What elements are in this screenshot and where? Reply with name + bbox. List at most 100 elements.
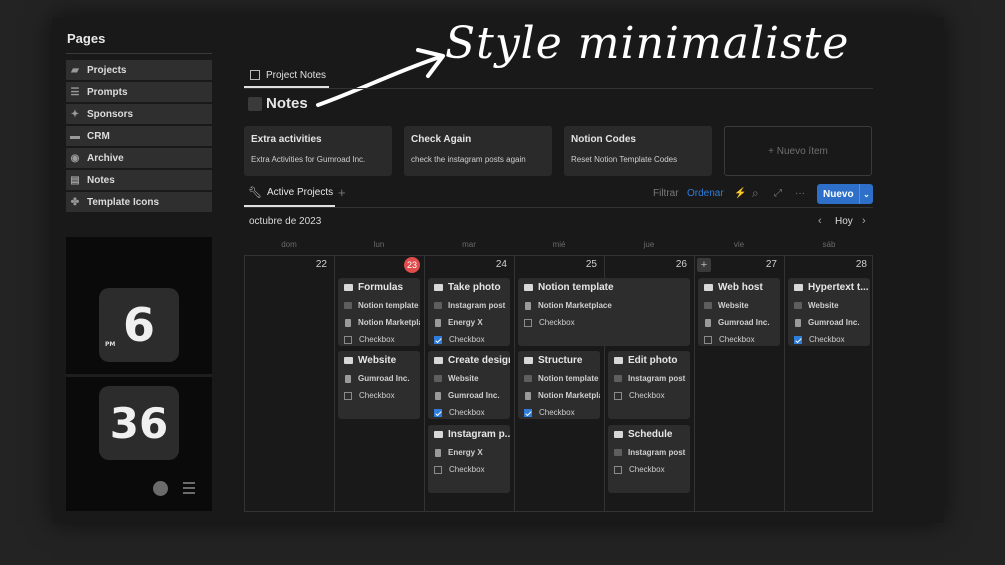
- event-title: Website: [358, 355, 397, 366]
- next-month-button[interactable]: ›: [862, 215, 866, 227]
- folder-icon: [344, 357, 353, 364]
- more-icon[interactable]: ···: [795, 188, 805, 199]
- weekday-label: jue: [643, 240, 655, 249]
- checkbox-checked[interactable]: [434, 408, 442, 417]
- add-event-button[interactable]: +: [697, 258, 711, 272]
- checkbox-label: Checkbox: [449, 465, 485, 474]
- checkbox-checked[interactable]: [434, 335, 442, 344]
- folder-icon: [614, 357, 623, 364]
- divider: [244, 88, 873, 89]
- event-card[interactable]: Notion template Notion Marketplace Check…: [518, 278, 690, 346]
- event-title: Instagram p...: [448, 429, 510, 440]
- sidebar-item-prompts[interactable]: ☰ Prompts: [66, 82, 212, 102]
- divider: [514, 255, 515, 512]
- event-card[interactable]: Hypertext t... Website Gumroad Inc. Chec…: [788, 278, 870, 346]
- checkbox[interactable]: [344, 335, 352, 344]
- tab-active-projects[interactable]: 🔧︎ Active Projects: [248, 186, 333, 199]
- folder-icon: [344, 302, 352, 309]
- event-card[interactable]: Formulas Notion template Notion Marketpl…: [338, 278, 420, 346]
- gallery-card[interactable]: Notion Codes Reset Notion Template Codes: [564, 126, 712, 176]
- checkbox[interactable]: [524, 318, 532, 327]
- menu-icon[interactable]: [183, 482, 195, 494]
- search-icon[interactable]: ⌕: [752, 186, 759, 201]
- archive-icon: ◉: [70, 152, 80, 164]
- event-prop: Gumroad Inc.: [358, 374, 410, 383]
- event-prop: Energy X: [448, 318, 483, 327]
- event-card[interactable]: Take photo Instagram post Energy X Check…: [428, 278, 510, 346]
- weekday-label: mar: [462, 240, 476, 249]
- checkbox-checked[interactable]: [794, 335, 802, 344]
- notes-icon: ▤: [70, 174, 80, 186]
- folder-icon: [614, 431, 623, 438]
- database-icon: [435, 318, 441, 327]
- today-button[interactable]: Hoy: [835, 216, 853, 227]
- checkbox-label: Checkbox: [449, 335, 485, 344]
- lightning-icon[interactable]: ⚡: [734, 188, 746, 199]
- event-card[interactable]: Create design Website Gumroad Inc. Check…: [428, 351, 510, 419]
- weekday-label: sáb: [822, 240, 836, 249]
- sidebar-item-archive[interactable]: ◉ Archive: [66, 148, 212, 168]
- event-prop: Gumroad Inc.: [808, 318, 860, 327]
- new-item-button[interactable]: + Nuevo ítem: [724, 126, 872, 176]
- event-prop: Instagram post: [628, 448, 686, 457]
- event-card[interactable]: Structure Notion template Notion Marketp…: [518, 351, 600, 419]
- sidebar-item-label: CRM: [87, 130, 110, 142]
- event-title: Notion template: [538, 282, 614, 293]
- checkbox-label: Checkbox: [359, 391, 395, 400]
- tab-label: Project Notes: [266, 69, 327, 81]
- event-card[interactable]: Instagram p... Energy X Checkbox: [428, 425, 510, 493]
- checkbox-checked[interactable]: [524, 408, 532, 417]
- prev-month-button[interactable]: ‹: [818, 215, 822, 227]
- tab-project-notes[interactable]: Project Notes: [244, 64, 326, 86]
- wrench-icon: 🔧︎: [248, 187, 262, 199]
- folder-icon: [434, 357, 443, 364]
- clock-hour: 6 PM: [99, 288, 179, 362]
- sidebar-item-crm[interactable]: ▬ CRM: [66, 126, 212, 146]
- event-prop: Instagram post: [628, 374, 686, 383]
- chevron-down-icon[interactable]: ⌄: [859, 184, 873, 204]
- checkbox[interactable]: [704, 335, 712, 344]
- sidebar-item-projects[interactable]: ▰ Projects: [66, 60, 212, 80]
- event-card[interactable]: Schedule Instagram post Checkbox: [608, 425, 690, 493]
- event-prop: Instagram post: [448, 301, 506, 310]
- sidebar-item-sponsors[interactable]: ✦ Sponsors: [66, 104, 212, 124]
- event-title: Formulas: [358, 282, 404, 293]
- sidebar-item-label: Projects: [87, 64, 127, 76]
- overlay-text: Style minimaliste: [445, 18, 850, 69]
- event-title: Take photo: [448, 282, 501, 293]
- event-card[interactable]: Web host Website Gumroad Inc. Checkbox: [698, 278, 780, 346]
- event-prop: Notion Marketplace: [358, 318, 420, 327]
- checkbox[interactable]: [434, 465, 442, 474]
- divider: [334, 255, 335, 512]
- folder-icon: ▰: [71, 64, 79, 76]
- sort-button[interactable]: Ordenar: [687, 188, 724, 199]
- event-card[interactable]: Website Gumroad Inc. Checkbox: [338, 351, 420, 419]
- folder-icon: [434, 302, 442, 309]
- event-card[interactable]: Edit photo Instagram post Checkbox: [608, 351, 690, 419]
- expand-icon[interactable]: ⤢: [774, 188, 782, 199]
- clock-toggle-icon[interactable]: [153, 481, 168, 496]
- new-button-label: Nuevo: [823, 188, 854, 200]
- checkbox[interactable]: [614, 465, 622, 474]
- event-prop: Notion template: [358, 301, 419, 310]
- event-title: Schedule: [628, 429, 673, 440]
- sidebar-item-label: Template Icons: [87, 196, 160, 208]
- event-title: Structure: [538, 355, 583, 366]
- new-button[interactable]: Nuevo ⌄: [817, 184, 873, 204]
- checkbox[interactable]: [344, 391, 352, 400]
- gallery-card[interactable]: Extra activities Extra Activities for Gum…: [244, 126, 392, 176]
- sidebar-item-notes[interactable]: ▤ Notes: [66, 170, 212, 190]
- checkbox[interactable]: [614, 391, 622, 400]
- view-label: Active Projects: [266, 187, 334, 198]
- add-view-button[interactable]: +: [338, 185, 346, 200]
- gallery-card[interactable]: Check Again check the instagram posts aga…: [404, 126, 552, 176]
- event-title: Hypertext t...: [808, 282, 869, 293]
- day-number: 25: [585, 259, 597, 270]
- event-title: Create design: [448, 355, 510, 366]
- filter-button[interactable]: Filtrar: [653, 188, 679, 199]
- event-title: Web host: [718, 282, 763, 293]
- database-icon: [435, 448, 441, 457]
- sidebar-item-template-icons[interactable]: ✤ Template Icons: [66, 192, 212, 212]
- crm-icon: ▬: [70, 130, 80, 142]
- folder-icon: [614, 375, 622, 382]
